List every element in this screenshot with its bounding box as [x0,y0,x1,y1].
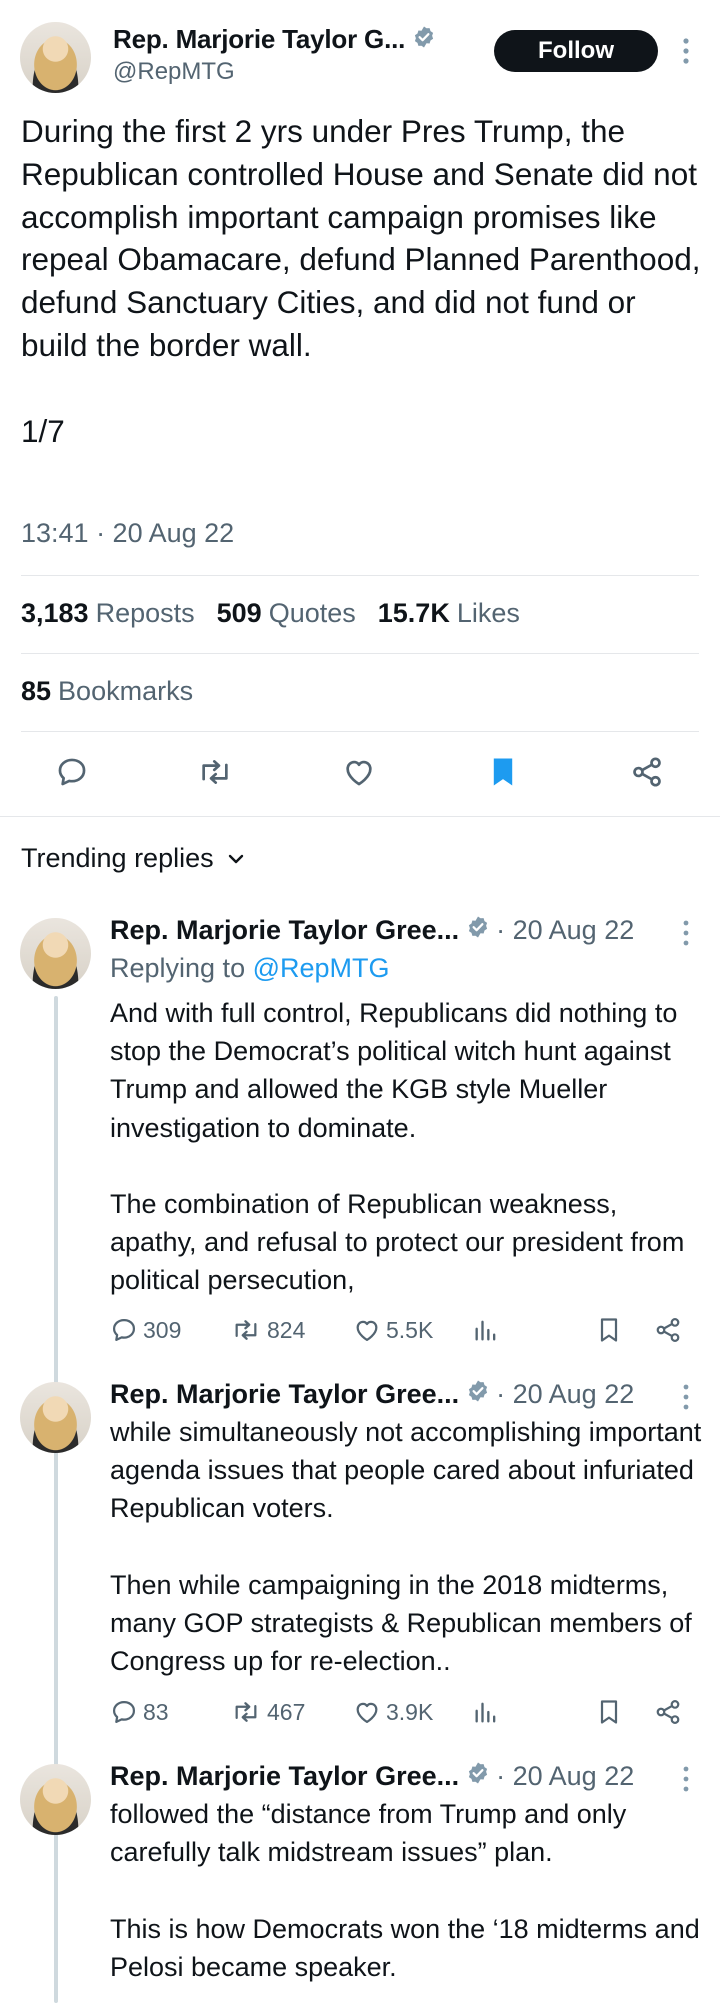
quotes-stat[interactable]: 509 Quotes [217,598,356,629]
bookmarks-count: 85 [21,676,52,706]
likes-label: Likes [456,598,520,628]
like-count: 3.9K [386,1698,434,1725]
verified-badge-icon [466,1761,490,1792]
likes-count: 15.7K [377,598,450,628]
reply-button[interactable]: 83 [110,1695,169,1729]
reply-header: Rep. Marjorie Taylor Gree... · 20 Aug 22 [110,1377,634,1411]
author-handle[interactable]: @RepMTG [113,58,235,86]
bookmark-icon[interactable] [596,1313,627,1347]
bookmarks-label: Bookmarks [58,676,194,706]
like-button[interactable]: 5.5K [353,1313,433,1347]
reply-author-name[interactable]: Rep. Marjorie Taylor Gree... [110,1761,459,1792]
share-icon[interactable] [654,1695,687,1729]
repost-button[interactable]: 467 [230,1695,305,1729]
like-icon [356,1320,378,1342]
follow-button[interactable]: Follow [494,30,658,72]
repost-button[interactable]: 824 [230,1313,305,1347]
more-icon[interactable] [678,918,694,948]
repost-icon [235,1702,257,1722]
share-icon[interactable] [654,1313,687,1347]
likes-stat[interactable]: 15.7K Likes [378,598,520,629]
tweet-text: During the first 2 yrs under Pres Trump,… [21,113,701,449]
reposts-stat[interactable]: 3,183 Reposts [21,598,195,629]
reply-action-bar: 309 824 5.5K [110,1313,710,1347]
share-icon[interactable] [625,750,669,794]
verified-badge-icon [466,915,490,946]
repost-count: 824 [267,1316,306,1343]
chevron-down-icon [228,854,243,863]
divider [21,653,699,654]
reply-icon[interactable] [50,750,94,794]
reply-date[interactable]: · 20 Aug 22 [496,1761,634,1792]
reply-date[interactable]: · 20 Aug 22 [496,915,634,946]
bookmark-icon[interactable] [596,1695,627,1729]
more-icon[interactable] [678,1764,694,1794]
replying-to-handle[interactable]: @RepMTG [253,953,390,983]
avatar[interactable] [20,1764,91,1835]
author-name-row[interactable]: Rep. Marjorie Taylor G... [113,22,436,56]
tweet-timestamp[interactable]: 13:41 · 20 Aug 22 [21,518,234,549]
divider [21,575,699,576]
quotes-count: 509 [216,598,262,628]
like-icon[interactable] [337,750,381,794]
reply-header: Rep. Marjorie Taylor Gree... · 20 Aug 22 [110,913,634,947]
trending-replies-label: Trending replies [21,843,214,873]
repost-icon [235,1320,257,1340]
reply-icon [112,1700,136,1724]
replying-to-prefix: Replying to [110,953,246,983]
more-icon[interactable] [678,1382,694,1412]
reply-button[interactable]: 309 [110,1313,181,1347]
views-icon[interactable] [472,1313,505,1347]
more-icon[interactable] [678,36,694,66]
author-name[interactable]: Rep. Marjorie Taylor G... [113,24,405,55]
bookmarks-stat[interactable]: 85 Bookmarks [21,676,193,707]
reply-count: 309 [143,1316,182,1343]
reply-author-name[interactable]: Rep. Marjorie Taylor Gree... [110,1379,459,1410]
replying-to: Replying to @RepMTG [110,953,390,984]
reply-date[interactable]: · 20 Aug 22 [496,1379,634,1410]
divider [21,731,699,732]
reply-action-bar: 83 467 3.9K [110,1695,710,1729]
divider [0,816,720,817]
like-button[interactable]: 3.9K [353,1695,433,1729]
quotes-label: Quotes [268,598,356,628]
avatar[interactable] [20,22,91,93]
reply-author-name[interactable]: Rep. Marjorie Taylor Gree... [110,915,459,946]
views-icon[interactable] [472,1695,505,1729]
reply-count: 83 [143,1698,169,1725]
engagement-stats: 3,183 Reposts 509 Quotes 15.7K Likes [21,598,542,629]
avatar[interactable] [20,918,91,989]
like-icon [356,1702,378,1724]
repost-count: 467 [267,1698,306,1725]
reply-text: while simultaneously not accomplishing i… [110,1417,702,1677]
repost-icon[interactable] [193,750,237,794]
reply-header: Rep. Marjorie Taylor Gree... · 20 Aug 22 [110,1759,634,1793]
thread-line [54,996,58,2003]
like-count: 5.5K [386,1316,434,1343]
reposts-label: Reposts [95,598,195,628]
reply-text: And with full control, Republicans did n… [110,998,685,1296]
verified-badge-icon [466,1379,490,1410]
avatar[interactable] [20,1382,91,1453]
verified-badge-icon [412,25,436,54]
trending-replies-dropdown[interactable]: Trending replies [21,843,246,874]
reply-icon [112,1318,136,1342]
bookmark-icon[interactable] [481,750,525,794]
tweet-action-bar [0,750,720,802]
reply-text: followed the “distance from Trump and on… [110,1799,700,1982]
reposts-count: 3,183 [21,598,89,628]
